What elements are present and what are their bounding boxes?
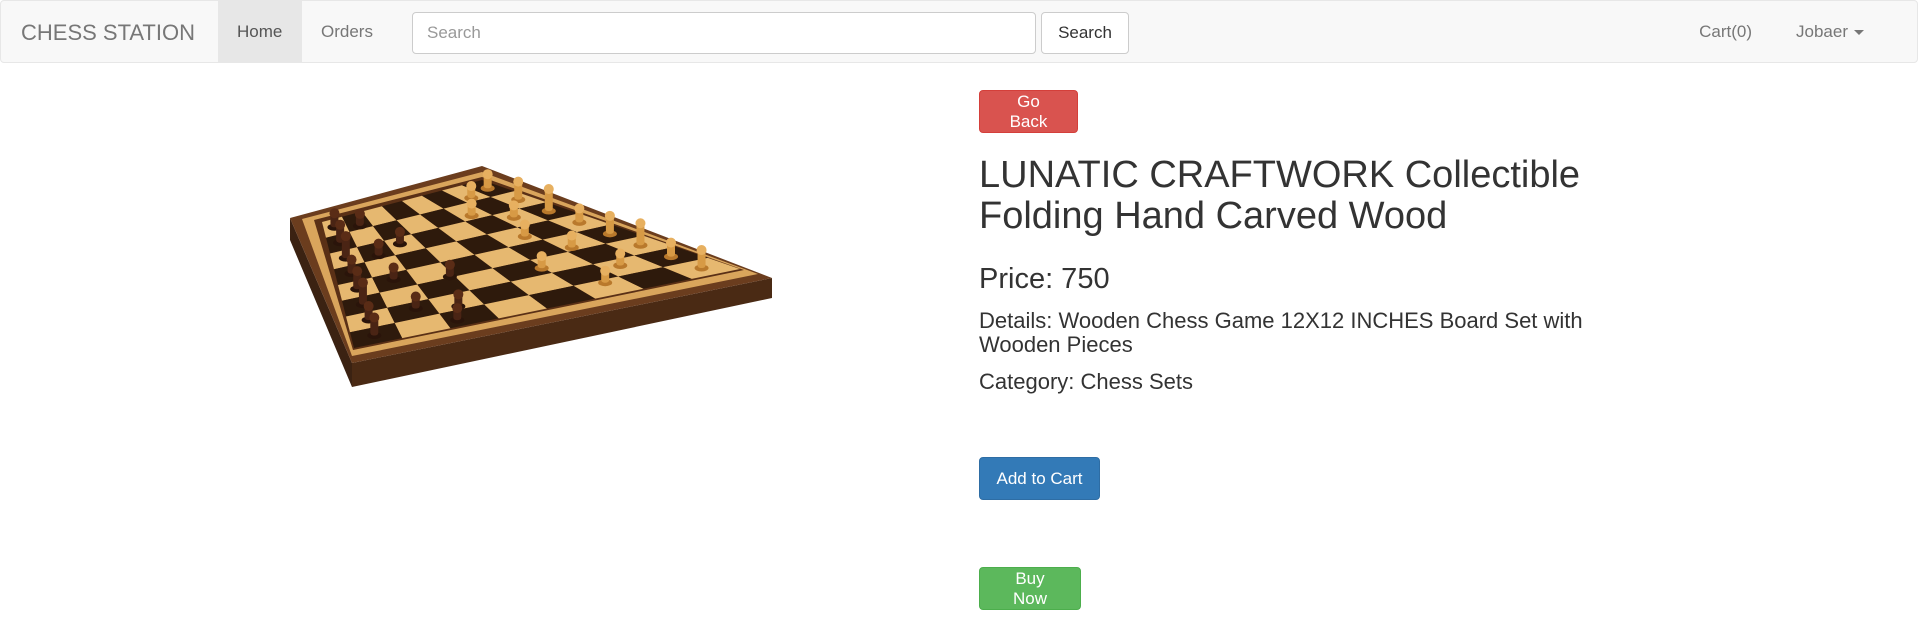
search-button[interactable]: Search [1041, 12, 1129, 54]
cart-label: Cart(0) [1699, 22, 1752, 41]
top-navbar: CHESS STATION Home Orders Search Cart(0)… [0, 0, 1918, 63]
product-title: LUNATIC CRAFTWORK Collectible Folding Ha… [979, 154, 1581, 237]
product-image [290, 166, 772, 387]
brand-logo[interactable]: CHESS STATION [21, 1, 195, 64]
user-dropdown[interactable]: Jobaer [1777, 1, 1883, 63]
nav-orders[interactable]: Orders [302, 1, 394, 63]
nav-home[interactable]: Home [218, 1, 302, 63]
product-category: Category: Chess Sets [979, 369, 1193, 394]
nav-cart[interactable]: Cart(0) [1680, 1, 1771, 63]
go-back-button[interactable]: Go Back [979, 90, 1078, 133]
product-price: Price: 750 [979, 263, 1110, 295]
caret-down-icon [1854, 30, 1864, 36]
user-name: Jobaer [1796, 22, 1848, 41]
add-to-cart-button[interactable]: Add to Cart [979, 457, 1100, 500]
search-input[interactable] [412, 12, 1036, 54]
product-details: Details: Wooden Chess Game 12X12 INCHES … [979, 308, 1583, 357]
buy-now-button[interactable]: Buy Now [979, 567, 1081, 610]
